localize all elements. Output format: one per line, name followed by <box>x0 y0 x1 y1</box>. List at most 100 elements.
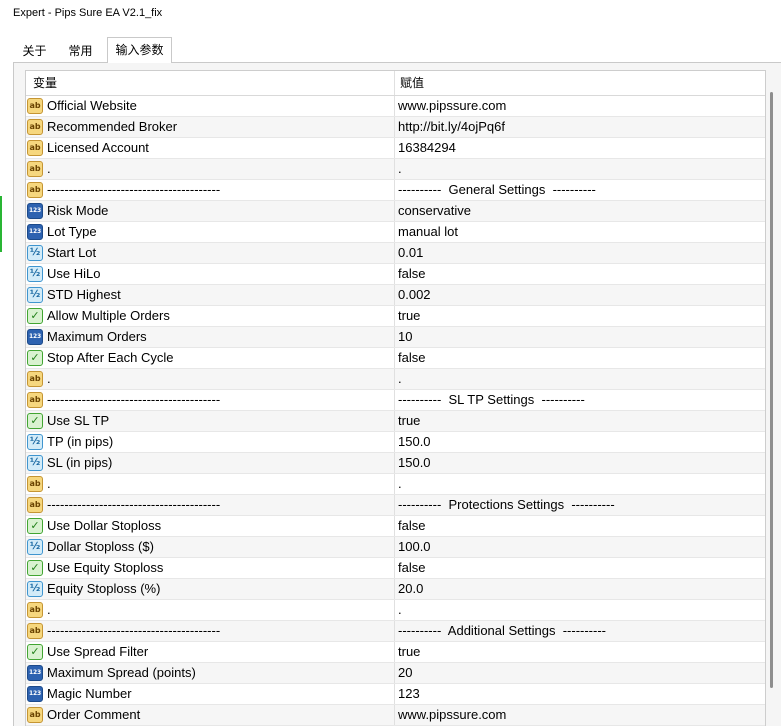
table-row[interactable]: Allow Multiple Orders true <box>26 306 765 327</box>
variable-value[interactable]: www.pipssure.com <box>398 705 506 725</box>
value-cell[interactable]: 20.0 <box>395 579 765 599</box>
vertical-scrollbar[interactable] <box>770 92 773 688</box>
column-header-variable[interactable]: 变量 <box>26 71 395 95</box>
variable-value[interactable]: true <box>398 411 420 431</box>
table-row[interactable]: ----------------------------------------… <box>26 621 765 642</box>
table-row[interactable]: TP (in pips) 150.0 <box>26 432 765 453</box>
variable-value[interactable]: false <box>398 264 425 284</box>
table-row[interactable]: Recommended Broker http://bit.ly/4ojPq6f <box>26 117 765 138</box>
variable-cell: STD Highest <box>26 285 395 305</box>
value-cell[interactable]: www.pipssure.com <box>395 96 765 116</box>
table-row[interactable]: ----------------------------------------… <box>26 180 765 201</box>
tab-inputs[interactable]: 输入参数 <box>107 37 172 63</box>
table-row[interactable]: Start Lot 0.01 <box>26 243 765 264</box>
variable-value[interactable]: 20.0 <box>398 579 423 599</box>
value-cell[interactable]: ---------- SL TP Settings ---------- <box>395 390 765 410</box>
table-row[interactable]: Maximum Orders 10 <box>26 327 765 348</box>
table-row[interactable]: Risk Mode conservative <box>26 201 765 222</box>
variable-value[interactable]: 100.0 <box>398 537 431 557</box>
value-cell[interactable]: 20 <box>395 663 765 683</box>
table-row[interactable]: .. <box>26 159 765 180</box>
value-cell[interactable]: 10 <box>395 327 765 347</box>
value-cell[interactable]: false <box>395 558 765 578</box>
table-row[interactable]: Official Website www.pipssure.com <box>26 96 765 117</box>
table-row[interactable]: .. <box>26 600 765 621</box>
variable-value[interactable]: false <box>398 516 425 536</box>
value-cell[interactable]: 0.01 <box>395 243 765 263</box>
table-row[interactable]: Use SL TP true <box>26 411 765 432</box>
value-cell[interactable]: 123 <box>395 684 765 704</box>
table-row[interactable]: Equity Stoploss (%) 20.0 <box>26 579 765 600</box>
value-cell[interactable]: ---------- Protections Settings --------… <box>395 495 765 515</box>
table-row[interactable]: Use Equity Stoploss false <box>26 558 765 579</box>
variable-value[interactable]: 0.002 <box>398 285 431 305</box>
variable-value[interactable]: 150.0 <box>398 432 431 452</box>
table-row[interactable]: Dollar Stoploss ($) 100.0 <box>26 537 765 558</box>
value-cell[interactable]: true <box>395 306 765 326</box>
value-cell[interactable]: 16384294 <box>395 138 765 158</box>
variable-value[interactable]: ---------- Additional Settings ---------… <box>398 621 606 641</box>
variable-value[interactable]: 10 <box>398 327 412 347</box>
variable-value[interactable]: . <box>398 600 402 620</box>
table-row[interactable]: .. <box>26 474 765 495</box>
variable-value[interactable]: 16384294 <box>398 138 456 158</box>
table-row[interactable]: Order Comment www.pipssure.com <box>26 705 765 726</box>
table-row[interactable]: ----------------------------------------… <box>26 390 765 411</box>
value-cell[interactable]: conservative <box>395 201 765 221</box>
variable-value[interactable]: false <box>398 348 425 368</box>
value-cell[interactable]: . <box>395 369 765 389</box>
table-row[interactable]: Maximum Spread (points) 20 <box>26 663 765 684</box>
value-cell[interactable]: 150.0 <box>395 432 765 452</box>
variable-value[interactable]: www.pipssure.com <box>398 96 506 116</box>
table-row[interactable]: .. <box>26 369 765 390</box>
value-cell[interactable]: false <box>395 264 765 284</box>
variable-cell: Order Comment <box>26 705 395 725</box>
table-row[interactable]: Use HiLo false <box>26 264 765 285</box>
value-cell[interactable]: false <box>395 348 765 368</box>
variable-value[interactable]: . <box>398 159 402 179</box>
value-cell[interactable]: . <box>395 600 765 620</box>
table-row[interactable]: ----------------------------------------… <box>26 495 765 516</box>
value-cell[interactable]: false <box>395 516 765 536</box>
variable-value[interactable]: false <box>398 558 425 578</box>
variable-value[interactable]: 123 <box>398 684 420 704</box>
variable-value[interactable]: 20 <box>398 663 412 683</box>
column-header-value[interactable]: 赋值 <box>395 71 765 95</box>
value-cell[interactable]: true <box>395 411 765 431</box>
variable-name: Use Equity Stoploss <box>47 560 164 575</box>
variable-cell: Start Lot <box>26 243 395 263</box>
value-cell[interactable]: true <box>395 642 765 662</box>
table-row[interactable]: Stop After Each Cycle false <box>26 348 765 369</box>
variable-value[interactable]: conservative <box>398 201 471 221</box>
value-cell[interactable]: http://bit.ly/4ojPq6f <box>395 117 765 137</box>
variable-value[interactable]: . <box>398 474 402 494</box>
tab-about[interactable]: 关于 <box>13 40 56 62</box>
variable-value[interactable]: ---------- SL TP Settings ---------- <box>398 390 585 410</box>
table-row[interactable]: Use Dollar Stoploss false <box>26 516 765 537</box>
value-cell[interactable]: ---------- Additional Settings ---------… <box>395 621 765 641</box>
value-cell[interactable]: manual lot <box>395 222 765 242</box>
value-cell[interactable]: . <box>395 159 765 179</box>
variable-value[interactable]: ---------- Protections Settings --------… <box>398 495 615 515</box>
table-row[interactable]: Use Spread Filter true <box>26 642 765 663</box>
variable-value[interactable]: 150.0 <box>398 453 431 473</box>
variable-value[interactable]: http://bit.ly/4ojPq6f <box>398 117 505 137</box>
table-row[interactable]: STD Highest 0.002 <box>26 285 765 306</box>
variable-value[interactable]: . <box>398 369 402 389</box>
value-cell[interactable]: . <box>395 474 765 494</box>
variable-value[interactable]: manual lot <box>398 222 458 242</box>
value-cell[interactable]: 150.0 <box>395 453 765 473</box>
variable-value[interactable]: 0.01 <box>398 243 423 263</box>
value-cell[interactable]: 0.002 <box>395 285 765 305</box>
value-cell[interactable]: 100.0 <box>395 537 765 557</box>
tab-common[interactable]: 常用 <box>57 40 104 62</box>
variable-value[interactable]: ---------- General Settings ---------- <box>398 180 596 200</box>
table-row[interactable]: Licensed Account 16384294 <box>26 138 765 159</box>
table-row[interactable]: Lot Type manual lot <box>26 222 765 243</box>
variable-value[interactable]: true <box>398 642 420 662</box>
value-cell[interactable]: www.pipssure.com <box>395 705 765 725</box>
value-cell[interactable]: ---------- General Settings ---------- <box>395 180 765 200</box>
table-row[interactable]: Magic Number 123 <box>26 684 765 705</box>
variable-value[interactable]: true <box>398 306 420 326</box>
table-row[interactable]: SL (in pips) 150.0 <box>26 453 765 474</box>
